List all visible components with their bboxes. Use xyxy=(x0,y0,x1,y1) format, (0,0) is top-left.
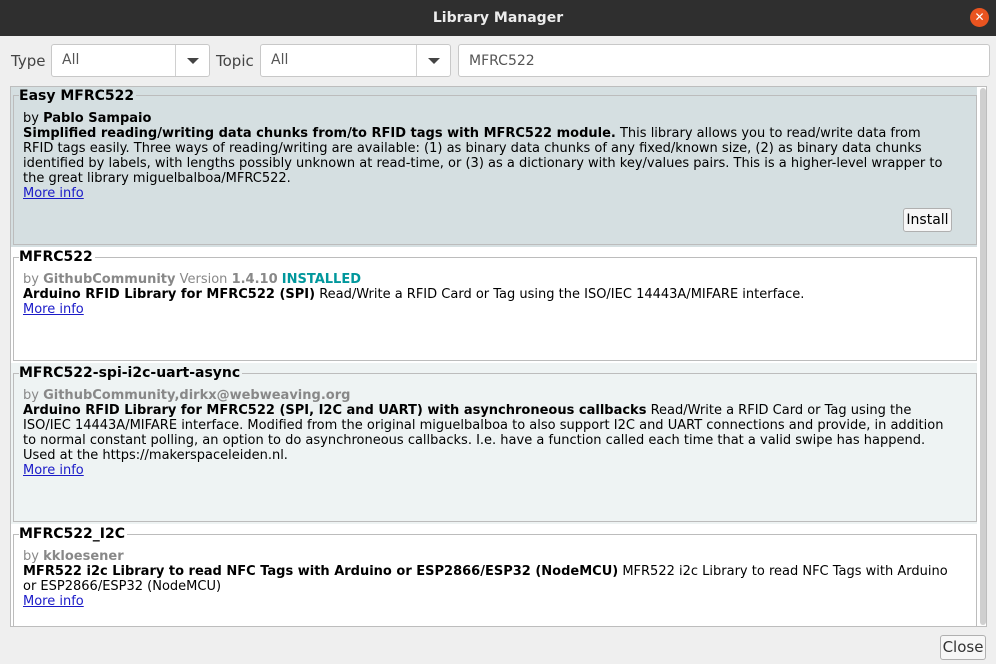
version-label: Version xyxy=(179,272,228,287)
library-description: Arduino RFID Library for MFRC522 (SPI, I… xyxy=(23,403,953,463)
more-info-link[interactable]: More info xyxy=(23,463,84,478)
library-name: Easy MFRC522 xyxy=(19,88,137,104)
window-title: Library Manager xyxy=(432,10,564,26)
library-description: Simplified reading/writing data chunks f… xyxy=(23,126,953,186)
library-item[interactable]: MFRC522-spi-i2c-uart-async by GithubComm… xyxy=(11,363,977,524)
library-author: kkloesener xyxy=(43,549,124,564)
more-info-link[interactable]: More info xyxy=(23,594,84,609)
search-input[interactable] xyxy=(458,44,990,77)
library-list: Easy MFRC522 by Pablo Sampaio Simplified… xyxy=(10,86,987,627)
library-summary: Simplified reading/writing data chunks f… xyxy=(23,126,616,141)
library-byline: by GithubCommunity,dirkx@webweaving.org xyxy=(23,388,350,403)
window-close-icon[interactable]: ✕ xyxy=(970,8,989,27)
library-version: 1.4.10 xyxy=(231,272,278,287)
type-dropdown-value: All xyxy=(62,52,80,68)
list-scrollbar[interactable] xyxy=(980,88,986,625)
topic-dropdown-value: All xyxy=(271,52,289,68)
close-button[interactable]: Close xyxy=(940,635,986,660)
topic-label: Topic xyxy=(216,52,254,70)
by-label: by xyxy=(23,549,39,564)
library-details: Read/Write a RFID Card or Tag using the … xyxy=(315,287,805,302)
scrollbar-thumb[interactable] xyxy=(980,88,986,625)
by-label: by xyxy=(23,111,39,126)
library-summary: Arduino RFID Library for MFRC522 (SPI) xyxy=(23,287,316,302)
library-name: MFRC522_I2C xyxy=(19,526,127,542)
library-author: Pablo Sampaio xyxy=(43,111,152,126)
chevron-down-icon[interactable] xyxy=(175,45,209,76)
library-byline: by GithubCommunity Version 1.4.10 INSTAL… xyxy=(23,272,361,287)
library-item[interactable]: Easy MFRC522 by Pablo Sampaio Simplified… xyxy=(11,87,977,247)
library-byline: by Pablo Sampaio xyxy=(23,111,151,126)
chevron-down-icon[interactable] xyxy=(416,45,450,76)
type-label: Type xyxy=(11,52,46,70)
by-label: by xyxy=(23,272,39,287)
library-byline: by kkloesener xyxy=(23,549,124,564)
topic-dropdown[interactable]: All xyxy=(260,44,451,77)
library-item[interactable]: MFRC522 by GithubCommunity Version 1.4.1… xyxy=(11,247,977,363)
more-info-link[interactable]: More info xyxy=(23,186,84,201)
library-description: MFR522 i2c Library to read NFC Tags with… xyxy=(23,564,953,594)
by-label: by xyxy=(23,388,39,403)
type-dropdown[interactable]: All xyxy=(51,44,210,77)
library-description: Arduino RFID Library for MFRC522 (SPI) R… xyxy=(23,287,953,302)
library-name: MFRC522-spi-i2c-uart-async xyxy=(19,365,243,381)
library-author: GithubCommunity,dirkx@webweaving.org xyxy=(43,388,351,403)
library-name: MFRC522 xyxy=(19,249,95,265)
more-info-link[interactable]: More info xyxy=(23,302,84,317)
library-item[interactable]: MFRC522_I2C by kkloesener MFR522 i2c Lib… xyxy=(11,524,977,626)
library-summary: MFR522 i2c Library to read NFC Tags with… xyxy=(23,564,619,579)
installed-badge: INSTALLED xyxy=(281,272,362,287)
title-bar: Library Manager ✕ xyxy=(0,0,996,36)
library-author: GithubCommunity xyxy=(43,272,176,287)
library-summary: Arduino RFID Library for MFRC522 (SPI, I… xyxy=(23,403,647,418)
install-button[interactable]: Install xyxy=(903,208,952,232)
